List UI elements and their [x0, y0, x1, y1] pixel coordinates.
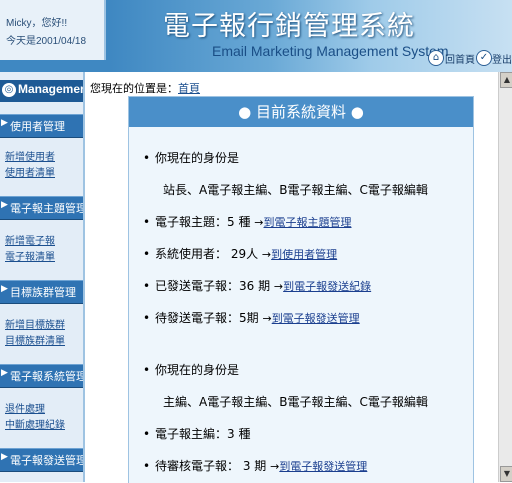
identity-label-1: • 你現在的身份是	[143, 151, 240, 165]
sidebar-link-newsletter-list[interactable]: 電子報清單	[5, 248, 55, 263]
bullet-icon: •	[143, 215, 151, 229]
sidebar-group-system[interactable]: ▶ 電子報系統管理	[0, 364, 83, 388]
panel-title: ● 目前系統資料 ●	[129, 97, 473, 127]
bullet-icon: •	[143, 151, 151, 165]
app-header: Micky，您好!! 今天是2001/04/18 電子報行銷管理系統 Email…	[0, 0, 512, 72]
editor-stat: • 電子報主編：3 種	[143, 427, 251, 441]
arrow-right-icon: →	[270, 460, 280, 473]
sidebar: ◎ Management ▶ 使用者管理 新增使用者 使用者清單 ▶ 電子報主題…	[0, 72, 85, 482]
sent-link[interactable]: 到電子報發送紀錄	[283, 280, 371, 293]
pending-stat: • 待發送電子報：5期 →到電子報發送管理	[143, 311, 360, 325]
bullet-icon: •	[143, 363, 151, 377]
home-link[interactable]: 回首頁	[445, 51, 475, 66]
arrow-right-icon: →	[261, 248, 272, 261]
sidebar-group-topics[interactable]: ▶ 電子報主題管理	[0, 196, 83, 220]
sidebar-link-user-list[interactable]: 使用者清單	[5, 164, 55, 179]
sidebar-link-interrupt-log[interactable]: 中斷處理紀錄	[5, 416, 65, 431]
review-stat: • 待審核電子報： 3 期 →到電子報發送管理	[143, 459, 368, 473]
sidebar-link-add-user[interactable]: 新增使用者	[5, 148, 55, 163]
sidebar-link-add-newsletter[interactable]: 新增電子報	[5, 232, 55, 247]
breadcrumb: 您現在的位置是：首頁	[90, 82, 200, 95]
user-greeting: Micky，您好!!	[6, 18, 68, 29]
chevron-right-icon: ▶	[1, 368, 8, 378]
bullet-icon: •	[143, 459, 151, 473]
topics-stat: • 電子報主題：5 種 →到電子報主題管理	[143, 215, 352, 229]
sidebar-group-send[interactable]: ▶ 電子報發送管理	[0, 448, 83, 472]
system-title: 電子報行銷管理系統	[163, 11, 415, 42]
sidebar-link-target-list[interactable]: 目標族群清單	[5, 332, 65, 347]
system-subtitle: Email Marketing Management System	[212, 43, 449, 59]
identity-value-1: 站長、A電子報主編、B電子報主編、C電子報編輯	[163, 183, 428, 197]
breadcrumb-home-link[interactable]: 首頁	[178, 82, 200, 95]
home-icon[interactable]: ⌂	[428, 50, 444, 66]
chevron-right-icon: ▶	[1, 118, 8, 128]
sidebar-group-targets[interactable]: ▶ 目標族群管理	[0, 280, 83, 304]
sent-stat: • 已發送電子報：36 期 →到電子報發送紀錄	[143, 279, 372, 293]
sidebar-link-add-target[interactable]: 新增目標族群	[5, 316, 65, 331]
users-link[interactable]: 到使用者管理	[271, 248, 337, 261]
sidebar-link-bounce[interactable]: 退件處理	[5, 400, 45, 415]
chevron-right-icon: ▶	[1, 452, 8, 462]
vertical-scrollbar[interactable]: ▲ ▼	[498, 72, 512, 482]
pending-link[interactable]: 到電子報發送管理	[272, 312, 360, 325]
chevron-right-icon: ▶	[1, 284, 8, 294]
identity-value-2: 主編、A電子報主編、B電子報主編、C電子報編輯	[163, 395, 428, 409]
sidebar-title: Management	[18, 82, 85, 96]
arrow-right-icon: →	[262, 312, 272, 325]
bullet-icon: •	[143, 427, 151, 441]
chevron-right-icon: ▶	[1, 200, 8, 210]
bullet-icon: •	[143, 279, 151, 293]
logout-icon[interactable]: ✓	[476, 50, 492, 66]
sidebar-group-users[interactable]: ▶ 使用者管理	[0, 114, 83, 138]
logout-link[interactable]: 登出	[492, 51, 512, 66]
bullet-icon: •	[143, 311, 151, 325]
user-info-box: Micky，您好!! 今天是2001/04/18	[0, 0, 106, 60]
arrow-right-icon: →	[273, 280, 284, 293]
bullet-icon: •	[143, 247, 151, 261]
review-link[interactable]: 到電子報發送管理	[279, 460, 367, 473]
users-stat: • 系統使用者： 29人 →到使用者管理	[143, 247, 338, 261]
scroll-down-icon[interactable]: ▼	[500, 466, 512, 482]
system-info-panel: ● 目前系統資料 ● • 你現在的身份是 站長、A電子報主編、B電子報主編、C電子…	[128, 96, 474, 483]
topics-link[interactable]: 到電子報主題管理	[264, 216, 352, 229]
scroll-up-icon[interactable]: ▲	[500, 72, 512, 88]
management-icon: ◎	[2, 83, 16, 97]
sidebar-header: ◎ Management	[0, 80, 83, 102]
arrow-right-icon: →	[254, 216, 264, 229]
date-text: 今天是2001/04/18	[6, 36, 87, 47]
identity-label-2: • 你現在的身份是	[143, 363, 240, 377]
